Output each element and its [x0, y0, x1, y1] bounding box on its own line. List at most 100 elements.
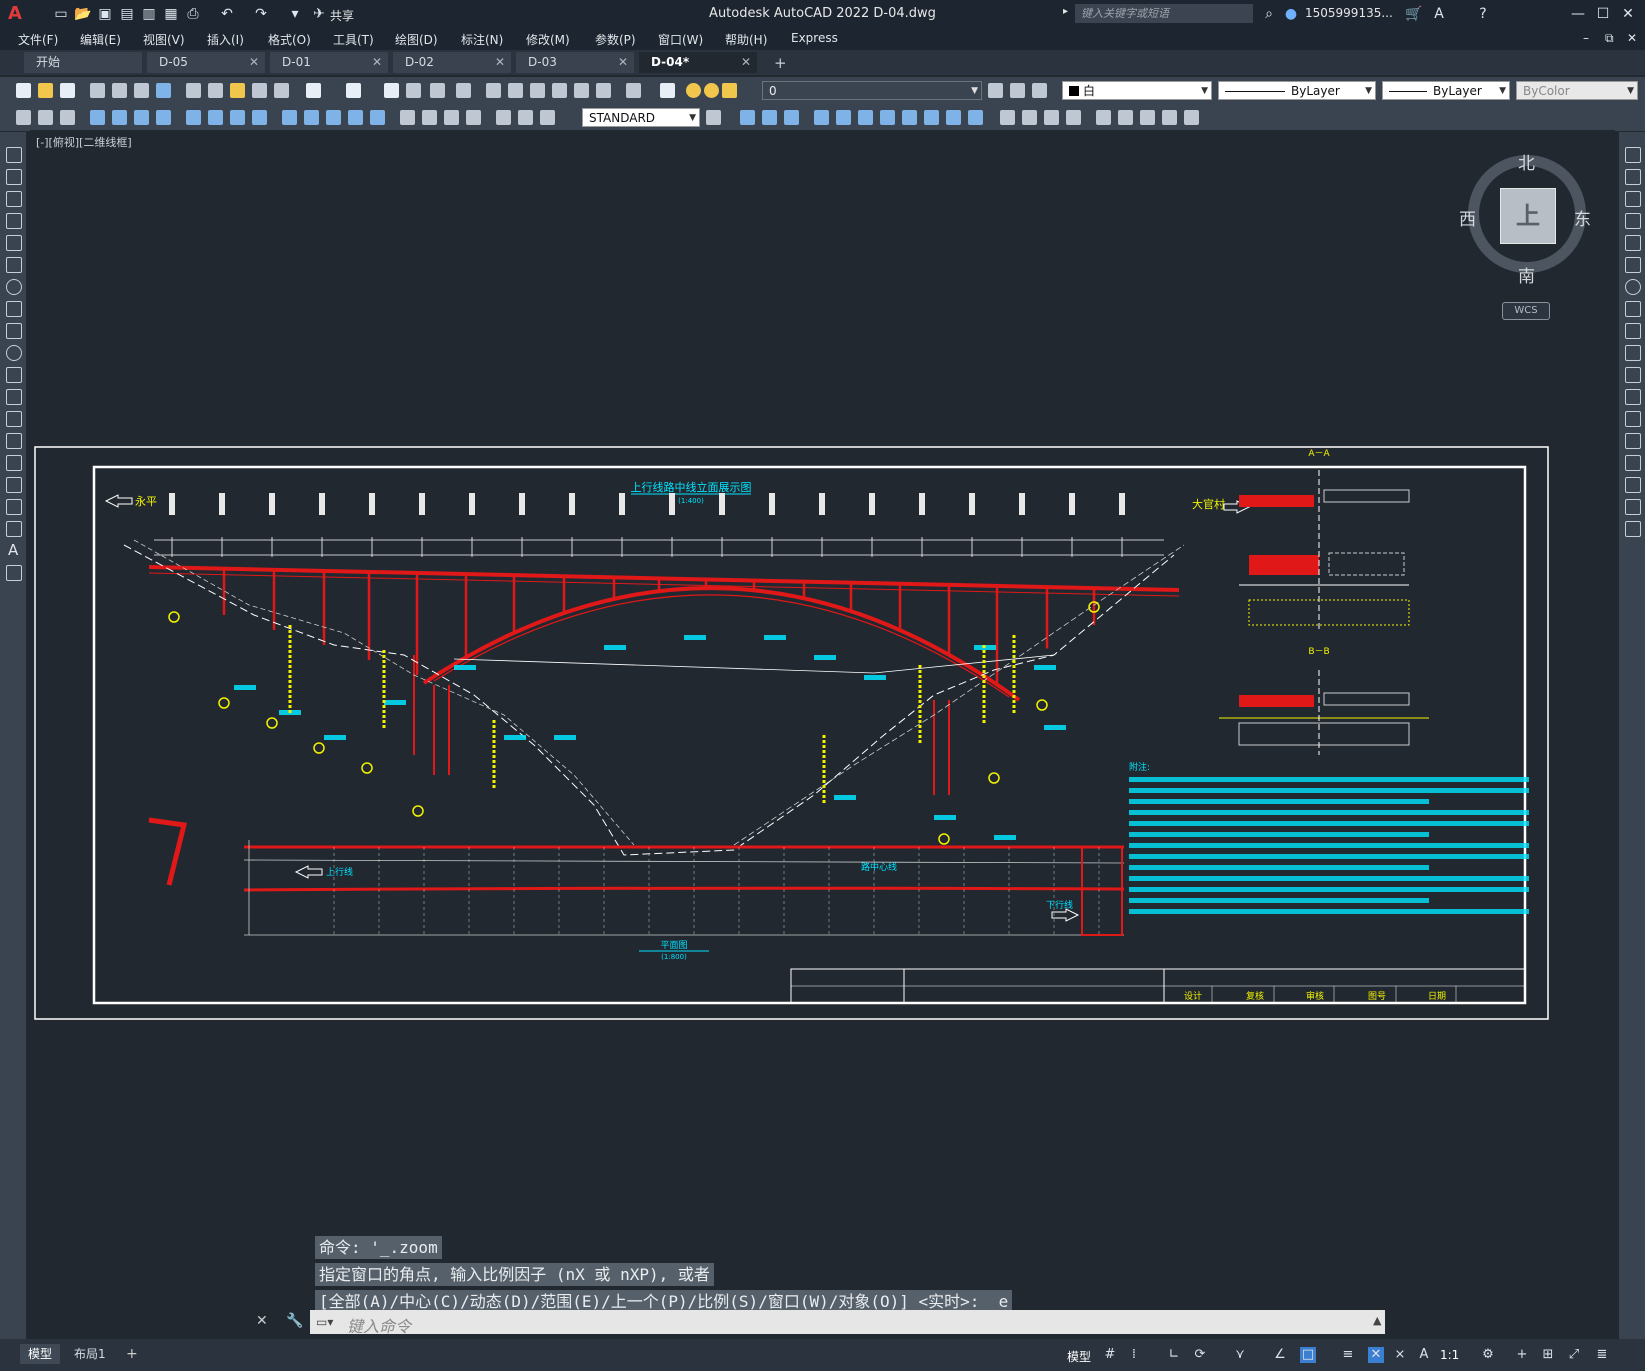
viewcube-west[interactable]: 西 — [1459, 205, 1476, 230]
dim-edit-icon[interactable] — [496, 110, 511, 125]
continue-dim-icon[interactable] — [326, 110, 341, 125]
ordinate-dim-icon[interactable] — [156, 110, 171, 125]
modify-20-icon[interactable] — [1184, 110, 1199, 125]
color-dropdown[interactable]: 白 ▼ — [1062, 81, 1212, 100]
doc-restore-icon[interactable]: ⧉ — [1605, 31, 1614, 46]
help-icon[interactable]: ? — [1474, 5, 1492, 23]
object-snap-icon[interactable]: □ — [1300, 1347, 1316, 1363]
modify-7-icon[interactable] — [880, 110, 895, 125]
lineweight-icon[interactable]: ≡ — [1340, 1347, 1356, 1363]
preview-icon[interactable] — [112, 83, 127, 98]
layer-match-icon[interactable] — [60, 110, 75, 125]
close-button[interactable]: ✕ — [1617, 3, 1639, 25]
line-icon[interactable] — [6, 147, 22, 163]
help-icon[interactable] — [626, 83, 641, 98]
move-icon[interactable] — [1625, 257, 1641, 273]
minimize-button[interactable]: — — [1567, 3, 1589, 25]
layer-lock-icon[interactable] — [722, 83, 737, 98]
ortho-icon[interactable]: ∟ — [1166, 1347, 1182, 1363]
copy-icon[interactable] — [208, 83, 223, 98]
match-icon[interactable] — [16, 110, 31, 125]
menu-format[interactable]: 格式(O) — [268, 31, 311, 48]
menu-help[interactable]: 帮助(H) — [725, 31, 767, 48]
modify-9-icon[interactable] — [924, 110, 939, 125]
layer-dropdown[interactable]: 0 ▼ — [762, 81, 982, 100]
explode-icon[interactable] — [1625, 521, 1641, 537]
annotation-visibility-icon[interactable]: ✕ — [1368, 1347, 1384, 1363]
recent-commands-icon[interactable]: ▭▾ — [316, 1315, 333, 1329]
gradient-icon[interactable] — [6, 477, 22, 493]
menu-tools[interactable]: 工具(T) — [333, 31, 374, 48]
plotstyle-dropdown[interactable]: ByColor ▼ — [1516, 81, 1638, 100]
modify-6-icon[interactable] — [858, 110, 873, 125]
open-icon[interactable] — [38, 83, 53, 98]
annotation-scale-icon[interactable]: A — [1416, 1347, 1432, 1363]
arc-length-icon[interactable] — [134, 110, 149, 125]
layer-state-icon[interactable] — [38, 110, 53, 125]
tab-d04[interactable]: D-04* ✕ — [639, 52, 757, 73]
blend-icon[interactable] — [1625, 499, 1641, 515]
radius-dim-icon[interactable] — [186, 110, 201, 125]
inspection-icon[interactable] — [444, 110, 459, 125]
tolerance-icon[interactable] — [400, 110, 415, 125]
menu-dimension[interactable]: 标注(N) — [461, 31, 503, 48]
maximize-button[interactable]: ☐ — [1592, 3, 1614, 25]
doc-minimize-icon[interactable]: – — [1583, 31, 1589, 45]
quickcalc-icon[interactable] — [596, 83, 611, 98]
close-icon[interactable]: ✕ — [495, 52, 505, 73]
region-icon[interactable] — [6, 499, 22, 515]
polar-icon[interactable]: ⟳ — [1192, 1347, 1208, 1363]
center-mark-icon[interactable] — [422, 110, 437, 125]
scale-icon[interactable] — [1625, 301, 1641, 317]
close-icon[interactable]: ✕ — [741, 52, 751, 73]
copy-icon[interactable] — [1625, 169, 1641, 185]
mirror-icon[interactable] — [1625, 191, 1641, 207]
tab-start[interactable]: 开始 — [24, 52, 142, 73]
modify-1-icon[interactable] — [740, 110, 755, 125]
search-icon[interactable]: ⌕ — [1260, 5, 1278, 23]
doc-close-icon[interactable]: ✕ — [1627, 31, 1637, 45]
autodesk-a360-icon[interactable]: A — [1430, 5, 1448, 23]
close-icon[interactable]: ✕ — [249, 52, 259, 73]
polyline-icon[interactable] — [6, 191, 22, 207]
modify-19-icon[interactable] — [1162, 110, 1177, 125]
offset-icon[interactable] — [1625, 213, 1641, 229]
modify-8-icon[interactable] — [902, 110, 917, 125]
modify-10-icon[interactable] — [946, 110, 961, 125]
modify-3-icon[interactable] — [784, 110, 799, 125]
isolate-icon[interactable]: ⊞ — [1540, 1347, 1556, 1363]
fullscreen-icon[interactable]: ⤢ — [1566, 1347, 1582, 1363]
block-editor-icon[interactable] — [274, 83, 289, 98]
viewcube-top-face[interactable]: 上 — [1500, 188, 1556, 244]
table-icon[interactable] — [6, 521, 22, 537]
modify-14-icon[interactable] — [1044, 110, 1059, 125]
markup-icon[interactable] — [574, 83, 589, 98]
ellipse-icon[interactable] — [6, 345, 22, 361]
rectangle-icon[interactable] — [6, 235, 22, 251]
quick-dim-icon[interactable] — [282, 110, 297, 125]
undo-icon[interactable] — [306, 83, 321, 98]
isodraft-icon[interactable]: ⋎ — [1232, 1347, 1248, 1363]
modify-11-icon[interactable] — [968, 110, 983, 125]
modify-4-icon[interactable] — [814, 110, 829, 125]
modify-13-icon[interactable] — [1022, 110, 1037, 125]
linear-dim-icon[interactable] — [90, 110, 105, 125]
trim-icon[interactable] — [1625, 345, 1641, 361]
close-command-icon[interactable]: ✕ — [256, 1313, 268, 1329]
erase-icon[interactable] — [1625, 147, 1641, 163]
object-snap-tracking-icon[interactable]: ∠ — [1272, 1347, 1288, 1363]
array-icon[interactable] — [1625, 235, 1641, 251]
spline-icon[interactable] — [6, 323, 22, 339]
qnew-icon[interactable] — [16, 83, 31, 98]
close-icon[interactable]: ✕ — [618, 52, 628, 73]
viewcube-north[interactable]: 北 — [1518, 149, 1535, 174]
layer-freeze-icon[interactable] — [704, 83, 719, 98]
gear-icon[interactable]: ⚙ — [1480, 1347, 1496, 1363]
model-space-button[interactable]: 模型 — [1067, 1348, 1091, 1365]
close-icon[interactable]: ✕ — [372, 52, 382, 73]
circle-icon[interactable] — [6, 279, 22, 295]
extend-icon[interactable] — [1625, 367, 1641, 383]
break-point-icon[interactable] — [1625, 389, 1641, 405]
tab-d01[interactable]: D-01 ✕ — [270, 52, 388, 73]
3dprint-icon[interactable] — [156, 83, 171, 98]
